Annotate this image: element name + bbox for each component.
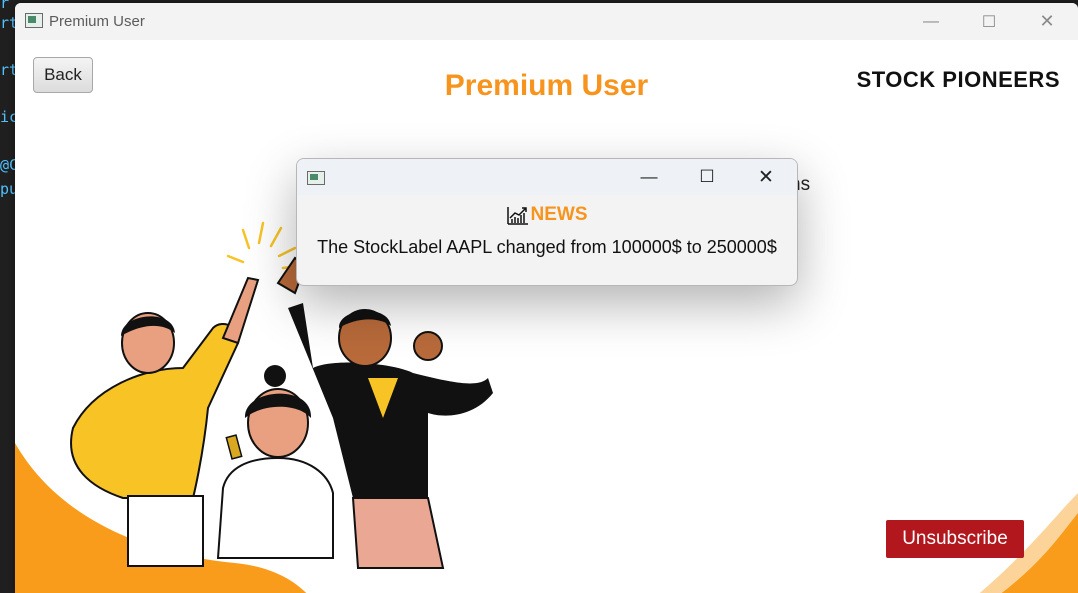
app-icon <box>307 171 325 185</box>
code-line: r <box>0 0 10 12</box>
dialog-maximize-button[interactable]: ☐ <box>678 159 736 195</box>
close-button[interactable]: ✕ <box>1018 3 1076 40</box>
brand-logo-text: STOCK PIONEERS <box>856 67 1060 92</box>
unsubscribe-button[interactable]: Unsubscribe <box>886 520 1024 558</box>
news-notification-dialog: — ☐ ✕ NEWS The StockLabel AAPL changed f… <box>296 158 798 286</box>
app-icon <box>25 13 43 28</box>
main-window: Premium User — ☐ ✕ Back Premium User STO… <box>15 3 1078 593</box>
window-titlebar[interactable]: Premium User — ☐ ✕ <box>15 3 1078 40</box>
maximize-button[interactable]: ☐ <box>960 3 1018 40</box>
news-message: The StockLabel AAPL changed from 100000$… <box>317 237 777 257</box>
chart-icon <box>506 207 528 225</box>
news-heading-text: NEWS <box>530 204 588 225</box>
dialog-close-button[interactable]: ✕ <box>737 159 795 195</box>
window-title: Premium User <box>49 13 145 30</box>
dialog-titlebar[interactable]: — ☐ ✕ <box>297 159 797 195</box>
dialog-minimize-button[interactable]: — <box>620 159 678 195</box>
minimize-button[interactable]: — <box>902 3 960 40</box>
news-heading: NEWS <box>297 204 797 226</box>
